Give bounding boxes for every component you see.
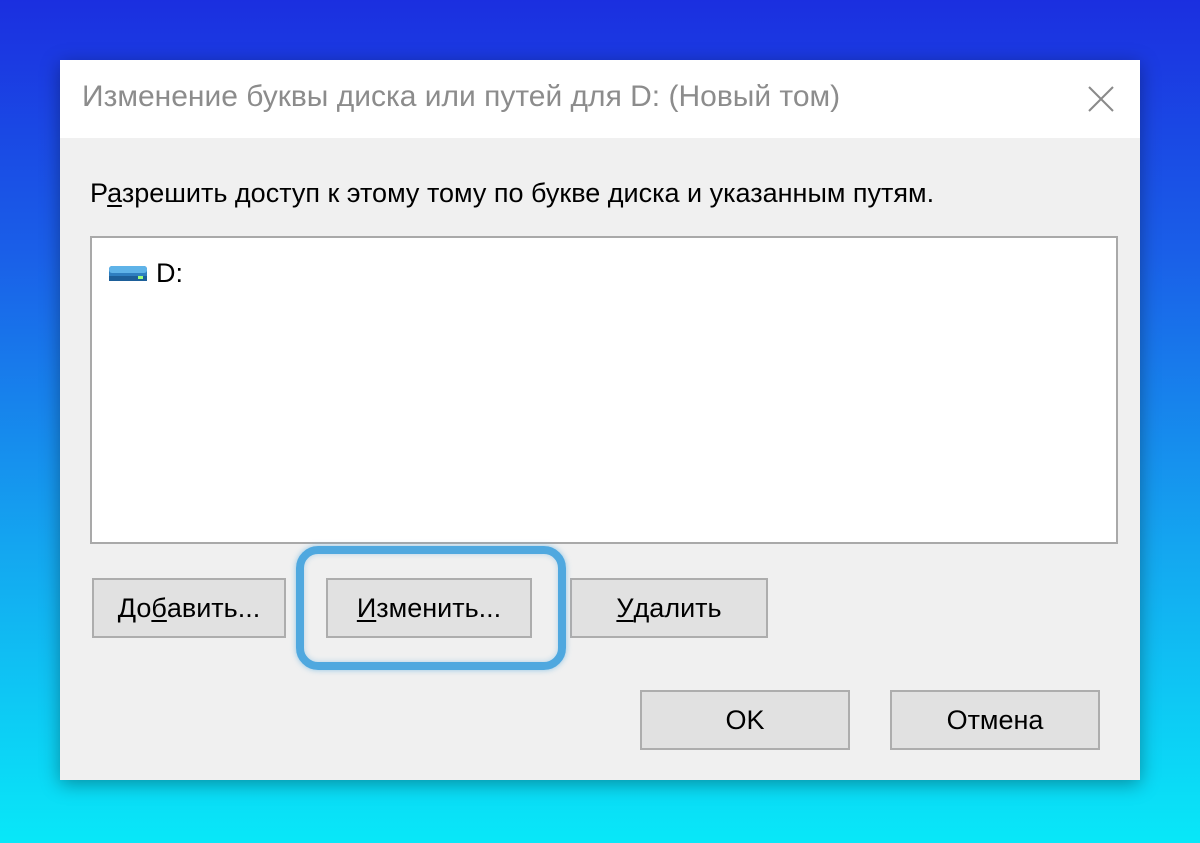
paths-listbox[interactable]: D: [90, 236, 1118, 544]
dialog-title: Изменение буквы диска или путей для D: (… [82, 80, 841, 113]
remove-button-mnemonic: У [616, 592, 634, 623]
drive-icon [109, 266, 147, 281]
list-item[interactable]: D: [108, 256, 183, 290]
change-button-mnemonic: И [356, 592, 377, 623]
close-button[interactable] [1062, 60, 1140, 138]
title-bar: Изменение буквы диска или путей для D: (… [60, 60, 1140, 138]
ok-button-label: OK [725, 704, 765, 735]
change-button-rest: зменить... [376, 592, 502, 623]
remove-button-rest: далить [633, 592, 722, 623]
close-icon [1088, 86, 1114, 112]
prompt-rest: зрешить доступ к этому тому по букве дис… [121, 178, 935, 208]
add-button-mnemonic: б [151, 592, 167, 623]
cancel-button-label: Отмена [946, 704, 1044, 735]
prompt-prefix: Р [90, 178, 108, 208]
access-prompt-label: Разрешить доступ к этому тому по букве д… [90, 178, 934, 209]
change-button[interactable]: Изменить... [326, 578, 532, 638]
cancel-button[interactable]: Отмена [890, 690, 1100, 750]
ok-button[interactable]: OK [640, 690, 850, 750]
add-button-prefix: До [117, 592, 152, 623]
add-button-rest: авить... [166, 592, 261, 623]
drive-letter-dialog: Изменение буквы диска или путей для D: (… [60, 60, 1140, 780]
list-item-label: D: [156, 257, 183, 288]
remove-button[interactable]: Удалить [570, 578, 768, 638]
add-button[interactable]: До б авить... [92, 578, 286, 638]
prompt-mnemonic: а [107, 178, 122, 208]
